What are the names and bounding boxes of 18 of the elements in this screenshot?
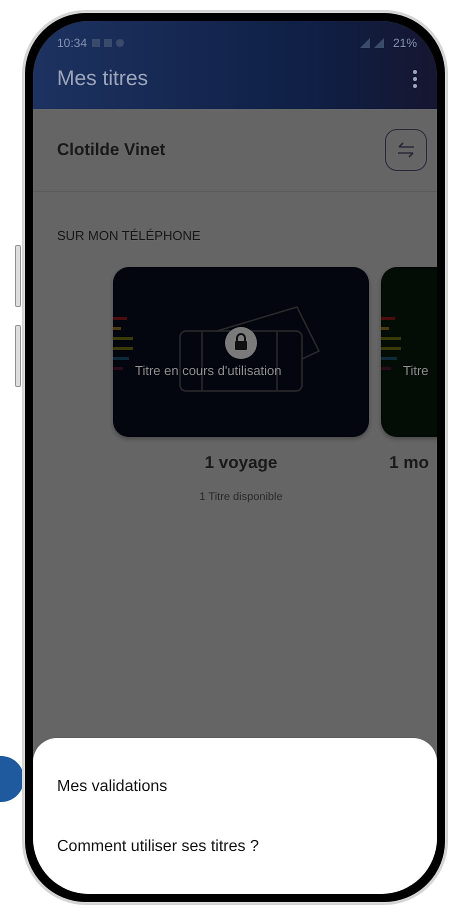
notification-icons [92,38,126,48]
card-status-text: Titre [403,362,429,378]
status-time: 10:34 [57,36,88,50]
card-title: 1 voyage [204,453,278,473]
battery-level: 21% [392,36,417,50]
switch-button[interactable] [385,129,427,171]
ticket-card[interactable]: Titre [381,267,437,437]
menu-item[interactable]: Mes validations [57,778,413,796]
card-subtitle: 1 Titre disponible [199,491,283,503]
swap-arrows-icon [396,142,416,158]
card-title: 1 mo [389,453,429,473]
menu-item[interactable]: Comment utiliser ses titres ? [57,838,413,856]
card-status-text: Titre en cours d'utilisation [135,362,282,378]
ticket-card[interactable]: Titre en cours d'utilisation [113,267,369,437]
app-title: Mes titres [57,67,148,91]
section-title: SUR MON TÉLÉPHONE [56,227,202,243]
more-menu-icon[interactable] [413,70,417,88]
account-name: Clotilde Vinet [57,140,166,160]
